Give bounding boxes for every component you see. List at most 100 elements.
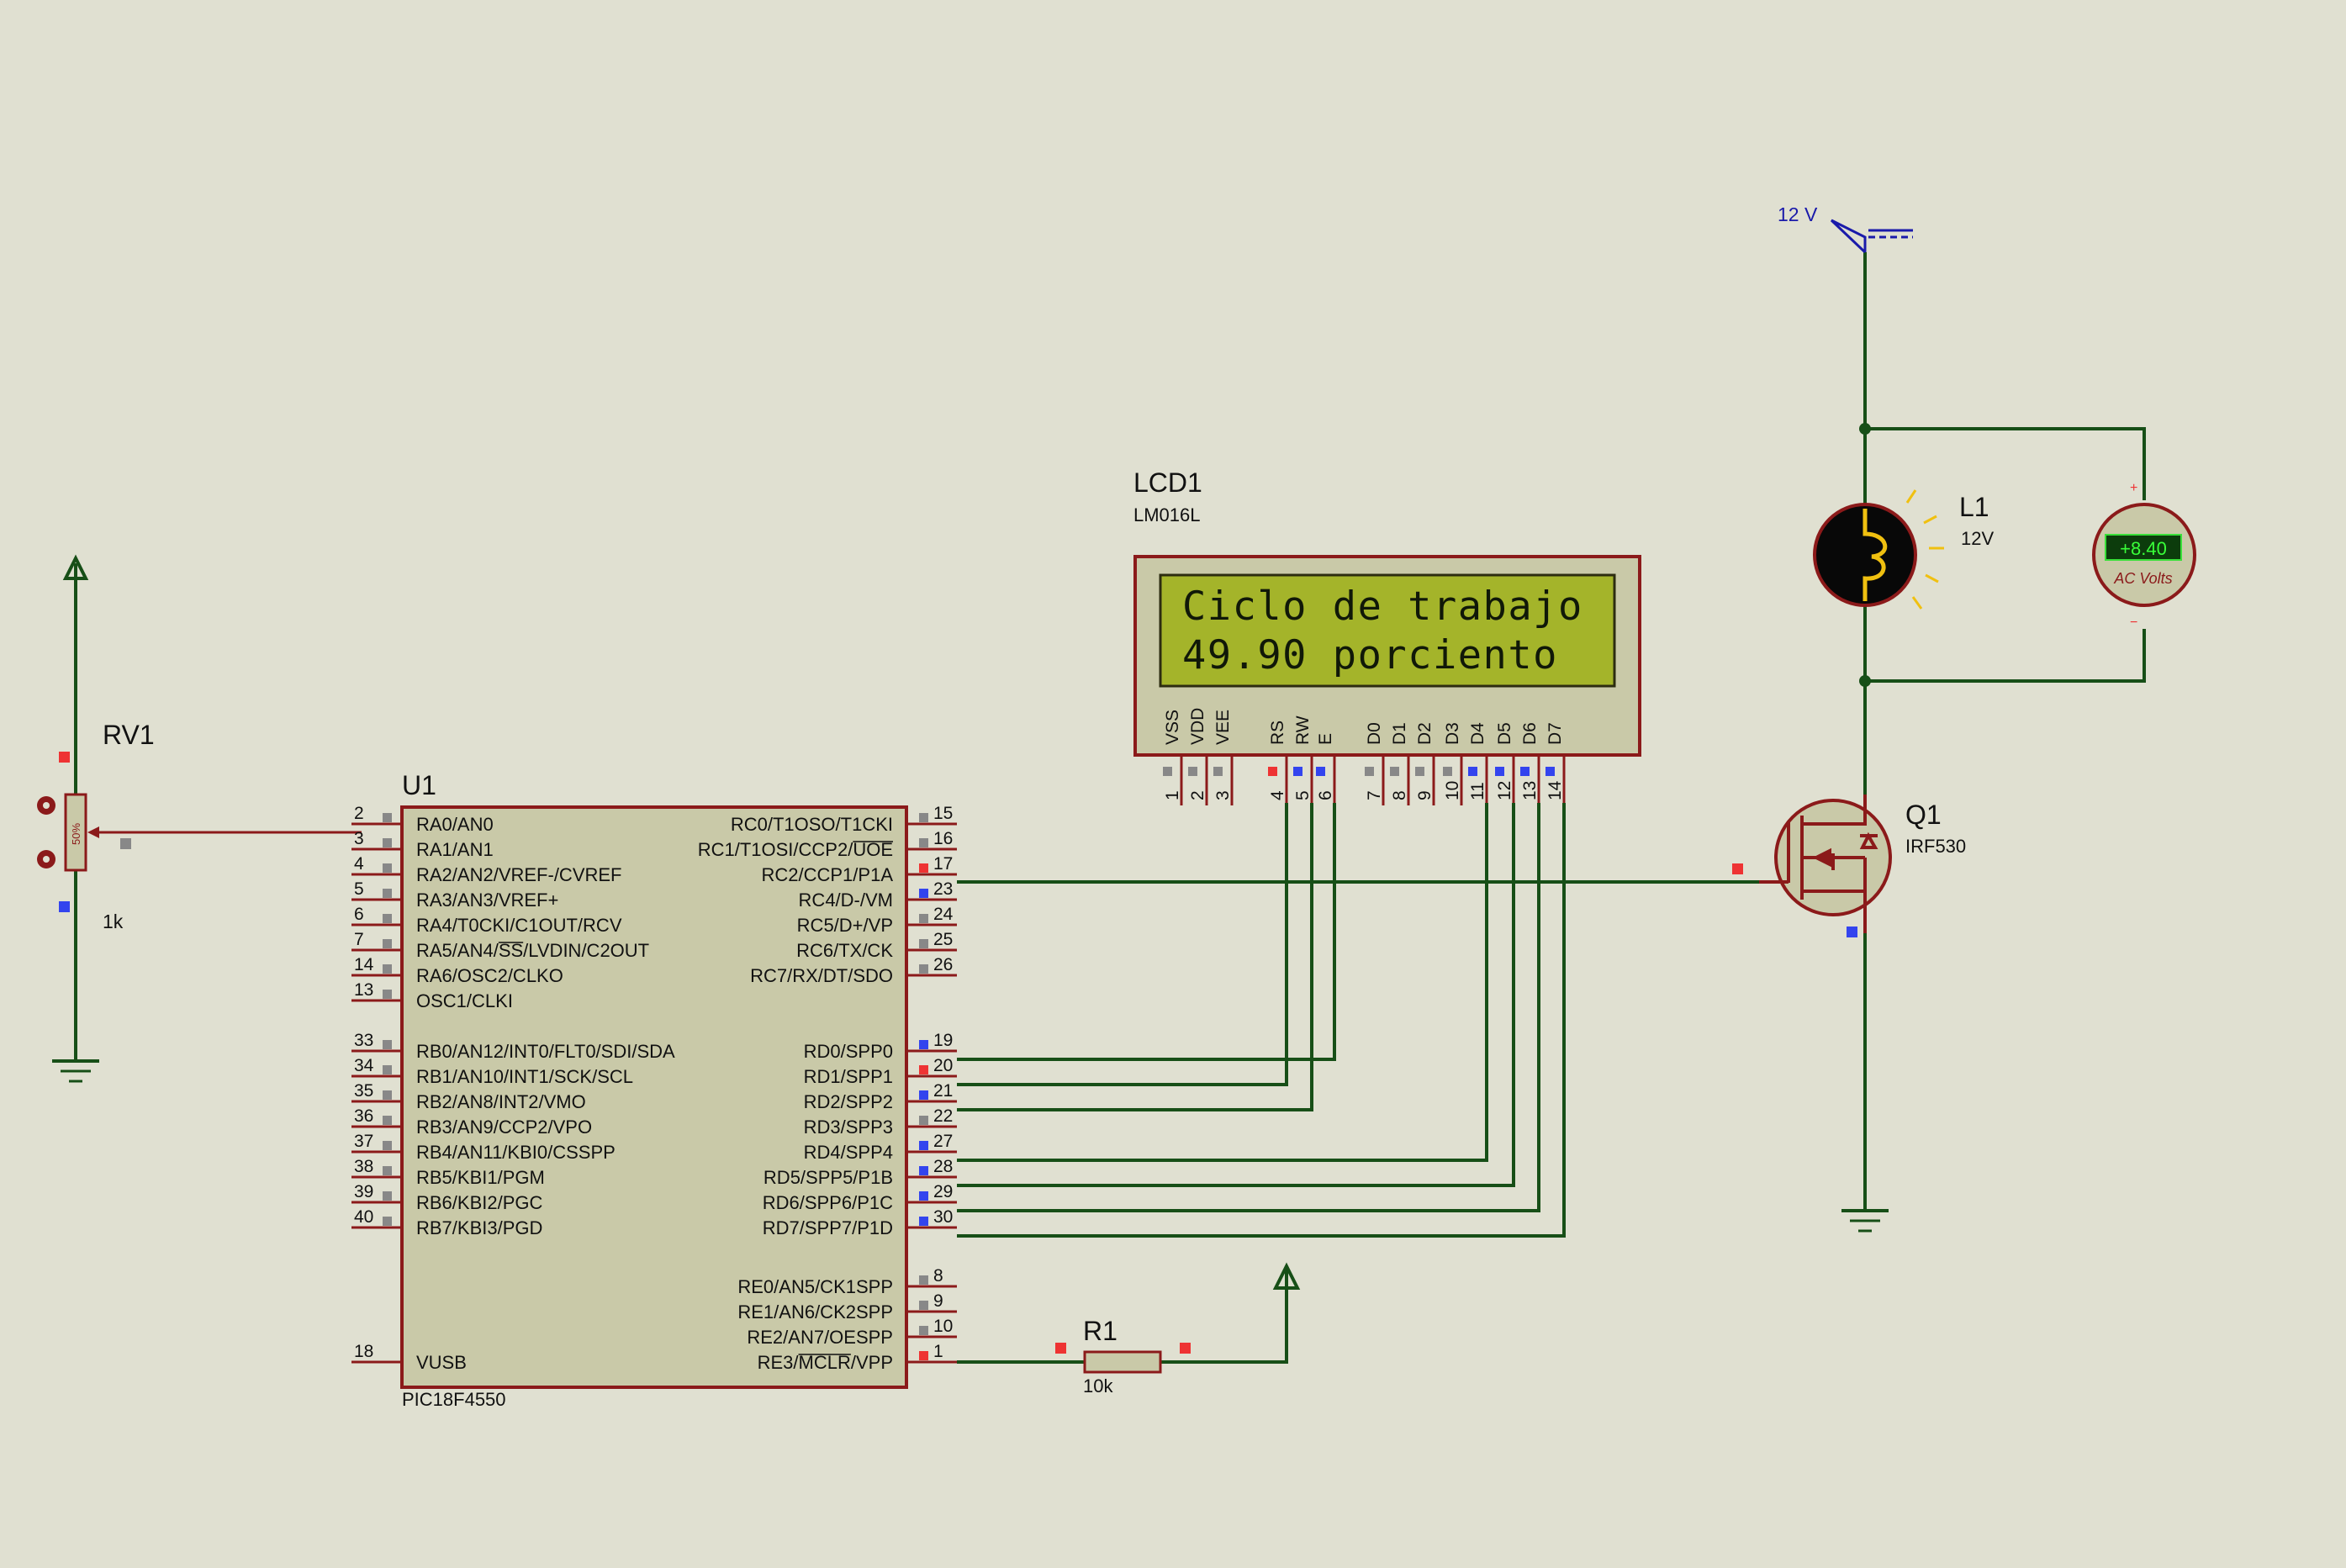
lcd1-pin-13[interactable]: 13 D6: [1520, 722, 1540, 805]
pin-number: 10: [933, 1317, 953, 1336]
pin-label: D2: [1415, 722, 1435, 745]
pin-number: 6: [354, 905, 364, 924]
lcd1-pin-11[interactable]: 11 D4: [1468, 722, 1488, 805]
voltmeter-minus: −: [2130, 615, 2137, 630]
lcd1-pin-14[interactable]: 14 D7: [1546, 722, 1566, 805]
pin-number: 29: [933, 1182, 953, 1201]
lcd1-pin-4[interactable]: 4 RS: [1268, 721, 1288, 805]
pin-label: VEE: [1213, 710, 1233, 745]
pin-label: RB7/KBI3/PGD: [416, 1217, 542, 1238]
pin-label: RD0/SPP0: [804, 1041, 893, 1062]
lcd1-pin-1[interactable]: 1 VSS: [1163, 710, 1183, 805]
pin-label: RB6/KBI2/PGC: [416, 1192, 543, 1213]
lcd1-pin-8[interactable]: 8 D1: [1390, 722, 1410, 805]
pin-label: RB3/AN9/CCP2/VPO: [416, 1117, 592, 1138]
pin-number: 38: [354, 1157, 373, 1176]
pin-label: D5: [1495, 722, 1514, 745]
lcd1-pin-9[interactable]: 9 D2: [1415, 722, 1435, 805]
l1-ref: L1: [1959, 492, 1989, 522]
u1-microcontroller[interactable]: U1 PIC18F4550 2 RA0/AN0 3 RA1/AN1 4 RA2/AN2/V…: [351, 770, 957, 1410]
pin-label: RA3/AN3/VREF+: [416, 890, 558, 911]
pin-label: RA1/AN1: [416, 839, 494, 860]
pin-label: RA0/AN0: [416, 814, 494, 835]
u1-part: PIC18F4550: [402, 1389, 506, 1410]
schematic-canvas[interactable]: 50% RV1 1k U1 PIC18F4550 2 RA0/AN0 3 RA1/AN…: [0, 0, 2346, 1564]
lcd1-display[interactable]: LCD1 LM016L Ciclo de trabajo 49.90 porci…: [1133, 467, 1641, 805]
lcd1-pin-12[interactable]: 12 D5: [1495, 722, 1515, 805]
rv1-value: 1k: [103, 911, 124, 932]
pin-number: 7: [354, 930, 364, 949]
pin-label: RB2/AN8/INT2/VMO: [416, 1091, 586, 1112]
pin-number: 33: [354, 1031, 373, 1050]
pin-number: 14: [1546, 780, 1565, 800]
pin-label: D0: [1365, 722, 1384, 745]
pin-label: RW: [1293, 715, 1313, 745]
voltmeter-plus: +: [2130, 481, 2137, 495]
ground-icon: [1841, 1209, 1889, 1233]
q1-part: IRF530: [1905, 836, 1966, 857]
pin-number: 25: [933, 930, 953, 949]
voltmeter-reading: +8.40: [2120, 538, 2167, 559]
pin-number: 5: [354, 879, 364, 899]
pin-label: RD6/SPP6/P1C: [763, 1192, 893, 1213]
pin-label: VDD: [1188, 708, 1207, 745]
pin-label: RC7/RX/DT/SDO: [750, 965, 893, 986]
pin-label: RB4/AN11/KBI0/CSSPP: [416, 1142, 616, 1163]
pin-label: RB0/AN12/INT0/FLT0/SDI/SDA: [416, 1041, 675, 1062]
ground-icon: [52, 1059, 99, 1083]
rv1-potentiometer[interactable]: 50% RV1 1k: [37, 554, 362, 1083]
lcd1-pin-10[interactable]: 10 D3: [1443, 722, 1463, 805]
l1-lamp[interactable]: L1 12V: [1813, 489, 1994, 610]
pin-label: RA6/OSC2/CLKO: [416, 965, 563, 986]
lcd1-pin-6[interactable]: 6E: [1316, 733, 1336, 805]
pin-number: 8: [933, 1266, 943, 1286]
pin-number: 2: [1188, 790, 1207, 800]
pin-number: 39: [354, 1182, 373, 1201]
pin-number: 4: [1268, 790, 1287, 800]
pin-label: VUSB: [416, 1352, 467, 1373]
lcd1-pin-7[interactable]: 7 D0: [1365, 722, 1385, 805]
pin-number: 20: [933, 1056, 953, 1075]
pin-label: RE0/AN5/CK1SPP: [737, 1276, 893, 1297]
rv1-percent: 50%: [70, 823, 82, 845]
pin-label: RA5/AN4/SS/LVDIN/C2OUT: [416, 940, 649, 961]
pin-number: 12: [1495, 781, 1514, 800]
q1-mosfet[interactable]: Q1 IRF530: [1732, 795, 1966, 937]
pin-label: VSS: [1163, 710, 1182, 745]
pin-label: RD1/SPP1: [804, 1066, 893, 1087]
dc-supply-icon: [1830, 219, 1867, 254]
pin-number: 9: [933, 1291, 943, 1311]
supply-label: 12 V: [1778, 203, 1818, 225]
l1-value: 12V: [1961, 528, 1994, 549]
pin-label: D6: [1520, 722, 1540, 745]
pin-label: RC0/T1OSO/T1CKI: [731, 814, 893, 835]
pin-label: OSC1/CLKI: [416, 990, 513, 1011]
pin-number: 34: [354, 1056, 374, 1075]
pin-number: 22: [933, 1106, 953, 1126]
pin-number: 13: [354, 980, 373, 1000]
pin-number: 13: [1520, 781, 1540, 800]
pin-number: 27: [933, 1132, 953, 1151]
pin-number: 40: [354, 1207, 373, 1227]
pin-number: 24: [933, 905, 954, 924]
supply-terminal[interactable]: 12 V: [1778, 203, 1913, 254]
pin-label: RD4/SPP4: [804, 1142, 893, 1163]
pin-number: 3: [1213, 790, 1233, 800]
r1-resistor[interactable]: R1 10k: [1055, 1316, 1191, 1396]
pin-number: 17: [933, 854, 953, 874]
pin-number: 37: [354, 1132, 373, 1151]
pin-number: 23: [933, 879, 953, 899]
pin-number: 5: [1293, 790, 1313, 800]
pin-label: RA4/T0CKI/C1OUT/RCV: [416, 915, 622, 936]
ac-voltmeter[interactable]: +8.40 AC Volts + −: [2092, 481, 2196, 630]
lcd1-pin-3[interactable]: 3 VEE: [1213, 710, 1234, 805]
pin-label: RE1/AN6/CK2SPP: [737, 1301, 893, 1323]
pin-number: 14: [354, 955, 374, 974]
pin-number: 7: [1365, 790, 1384, 800]
lcd1-pin-5[interactable]: 5 RW: [1293, 715, 1313, 805]
pin-number: 3: [354, 829, 364, 848]
rv1-ref: RV1: [103, 720, 155, 750]
pin-number: 18: [354, 1342, 373, 1361]
pin-label: RD5/SPP5/P1B: [764, 1167, 893, 1188]
pin-label: RB5/KBI1/PGM: [416, 1167, 545, 1188]
